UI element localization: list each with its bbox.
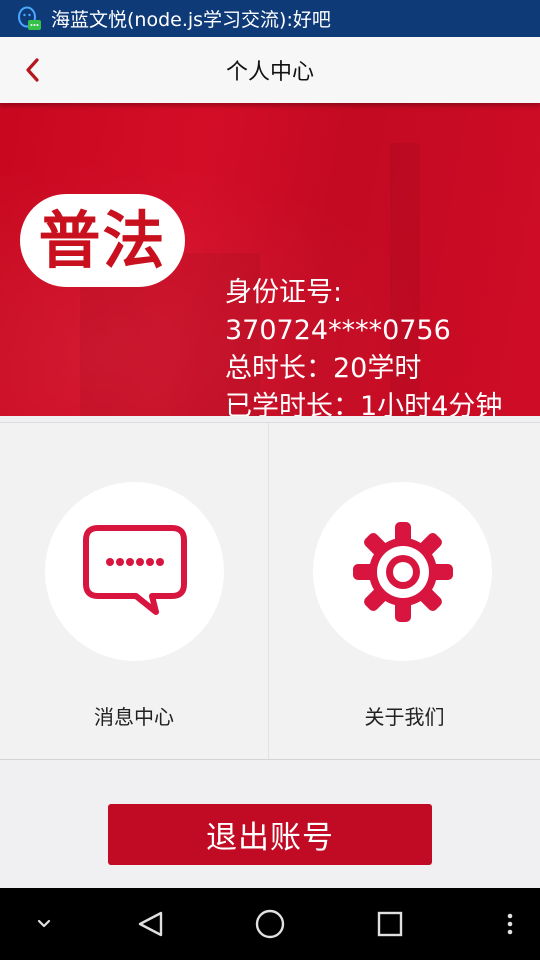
message-center-label: 消息中心 xyxy=(94,705,174,729)
app-header: 个人中心 xyxy=(0,37,540,103)
about-us-icon-circle xyxy=(313,482,492,661)
menu-grid: 消息中心 关于我们 xyxy=(0,422,540,760)
profile-info: 身份证号: 370724****0756 总时长：20学时 已学时长：1小时4分… xyxy=(225,274,502,416)
about-us-button[interactable]: 关于我们 xyxy=(269,423,540,759)
home-circle-icon[interactable] xyxy=(242,888,298,960)
logout-button[interactable]: 退出账号 xyxy=(108,804,432,865)
notification-message: 海蓝文悦(node.js学习交流):好吧 xyxy=(51,9,331,31)
profile-banner: 普法 身份证号: 370724****0756 总时长：20学时 已学时长：1小… xyxy=(0,103,540,416)
more-vert-icon[interactable] xyxy=(490,888,530,960)
about-us-label: 关于我们 xyxy=(364,705,445,729)
back-triangle-icon[interactable] xyxy=(122,888,178,960)
studied-time: 已学时长：1小时4分钟 xyxy=(225,391,503,416)
page-title: 个人中心 xyxy=(225,60,314,85)
system-nav-bar xyxy=(0,888,540,960)
gear-icon xyxy=(352,521,453,622)
recents-square-icon[interactable] xyxy=(362,888,418,960)
message-center-button[interactable]: 消息中心 xyxy=(0,423,268,759)
status-bar: 海蓝文悦(node.js学习交流):好吧 xyxy=(0,0,540,37)
chevron-left-icon[interactable] xyxy=(20,55,46,85)
pufa-logo: 普法 xyxy=(20,194,185,287)
logo-text: 普法 xyxy=(38,203,167,277)
id-label: 身份证号: xyxy=(225,277,343,308)
chevron-down-icon[interactable] xyxy=(20,888,68,960)
id-value: 370724****0756 xyxy=(225,315,451,346)
chat-bubble-icon xyxy=(82,524,187,615)
message-center-icon-circle xyxy=(45,482,224,661)
qq-penguin-icon xyxy=(18,6,41,30)
total-hours: 总时长：20学时 xyxy=(225,353,422,384)
